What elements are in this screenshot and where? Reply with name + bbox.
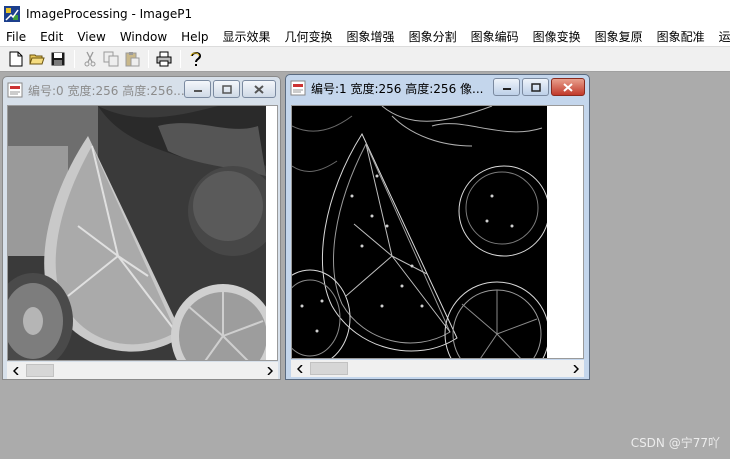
- window-title: ImageProcessing - ImageP1: [26, 7, 193, 21]
- image-window-0-caption: 编号:0 宽度:256 高度:256...: [28, 83, 185, 98]
- grayscale-fruit-image: [8, 106, 266, 360]
- image-window-1[interactable]: 编号:1 宽度:256 高度:256 像...: [285, 74, 590, 380]
- image-window-1-canvas: [291, 105, 584, 359]
- new-file-icon[interactable]: [6, 49, 26, 69]
- close-button[interactable]: [551, 78, 585, 96]
- menu-view[interactable]: View: [70, 28, 112, 46]
- menu-image-encoding[interactable]: 图象编码: [464, 28, 526, 46]
- menu-edit[interactable]: Edit: [33, 28, 70, 46]
- menu-image-restoration[interactable]: 图象复原: [588, 28, 650, 46]
- app-icon: [4, 6, 20, 22]
- cut-icon[interactable]: [80, 49, 100, 69]
- menu-image-registration[interactable]: 图象配准: [650, 28, 712, 46]
- copy-icon[interactable]: [101, 49, 121, 69]
- close-icon: [563, 82, 573, 92]
- toolbar-separator: [180, 50, 181, 68]
- image-window-1-controls: [491, 78, 585, 96]
- menu-window[interactable]: Window: [113, 28, 174, 46]
- open-folder-icon[interactable]: [27, 49, 47, 69]
- watermark: CSDN @宁77吖: [630, 436, 720, 450]
- scroll-right-button[interactable]: [567, 360, 584, 377]
- scroll-thumb[interactable]: [26, 364, 54, 377]
- document-icon: [7, 82, 23, 98]
- menu-help[interactable]: Help: [174, 28, 215, 46]
- menu-display-effects[interactable]: 显示效果: [216, 28, 278, 46]
- help-icon[interactable]: [186, 49, 206, 69]
- scroll-track[interactable]: [24, 362, 261, 379]
- minimize-icon: [193, 90, 202, 92]
- scroll-track[interactable]: [308, 360, 567, 377]
- minimize-button[interactable]: [184, 80, 211, 98]
- document-icon: [290, 80, 306, 96]
- mdi-workspace: 编号:0 宽度:256 高度:256... 编号:1 宽度:256 高度:256…: [0, 72, 730, 459]
- menu-image-enhancement[interactable]: 图象增强: [340, 28, 402, 46]
- chevron-right-icon: [266, 366, 273, 375]
- image-window-1-hscrollbar[interactable]: [291, 360, 584, 377]
- toolbar: [0, 46, 730, 72]
- chevron-left-icon: [296, 364, 303, 373]
- maximize-icon: [221, 84, 232, 94]
- menu-geometric-transform[interactable]: 几何变换: [278, 28, 340, 46]
- title-bar: ImageProcessing - ImageP1: [0, 0, 730, 28]
- minimize-icon: [502, 88, 511, 90]
- edge-detected-image: [292, 106, 547, 358]
- maximize-icon: [530, 82, 541, 92]
- close-button[interactable]: [242, 80, 276, 98]
- menu-image-transform[interactable]: 图像变换: [526, 28, 588, 46]
- image-window-0[interactable]: 编号:0 宽度:256 高度:256...: [2, 76, 281, 380]
- close-icon: [254, 84, 264, 94]
- maximize-button[interactable]: [522, 78, 549, 96]
- maximize-button[interactable]: [213, 80, 240, 98]
- toolbar-separator: [74, 50, 75, 68]
- image-window-0-controls: [182, 80, 276, 98]
- scroll-thumb[interactable]: [310, 362, 348, 375]
- paste-icon[interactable]: [122, 49, 142, 69]
- menu-bar: File Edit View Window Help 显示效果 几何变换 图象增…: [0, 28, 730, 46]
- scroll-left-button[interactable]: [291, 360, 308, 377]
- menu-image-segmentation[interactable]: 图象分割: [402, 28, 464, 46]
- menu-motion[interactable]: 运动: [712, 28, 730, 46]
- scroll-left-button[interactable]: [7, 362, 24, 379]
- image-window-1-caption: 编号:1 宽度:256 高度:256 像...: [311, 81, 484, 96]
- toolbar-separator: [148, 50, 149, 68]
- chevron-right-icon: [572, 364, 579, 373]
- chevron-left-icon: [12, 366, 19, 375]
- scroll-right-button[interactable]: [261, 362, 278, 379]
- image-window-0-hscrollbar[interactable]: [7, 362, 278, 379]
- image-window-0-canvas: [7, 105, 278, 361]
- save-icon[interactable]: [48, 49, 68, 69]
- menu-file[interactable]: File: [0, 28, 33, 46]
- print-icon[interactable]: [154, 49, 174, 69]
- minimize-button[interactable]: [493, 78, 520, 96]
